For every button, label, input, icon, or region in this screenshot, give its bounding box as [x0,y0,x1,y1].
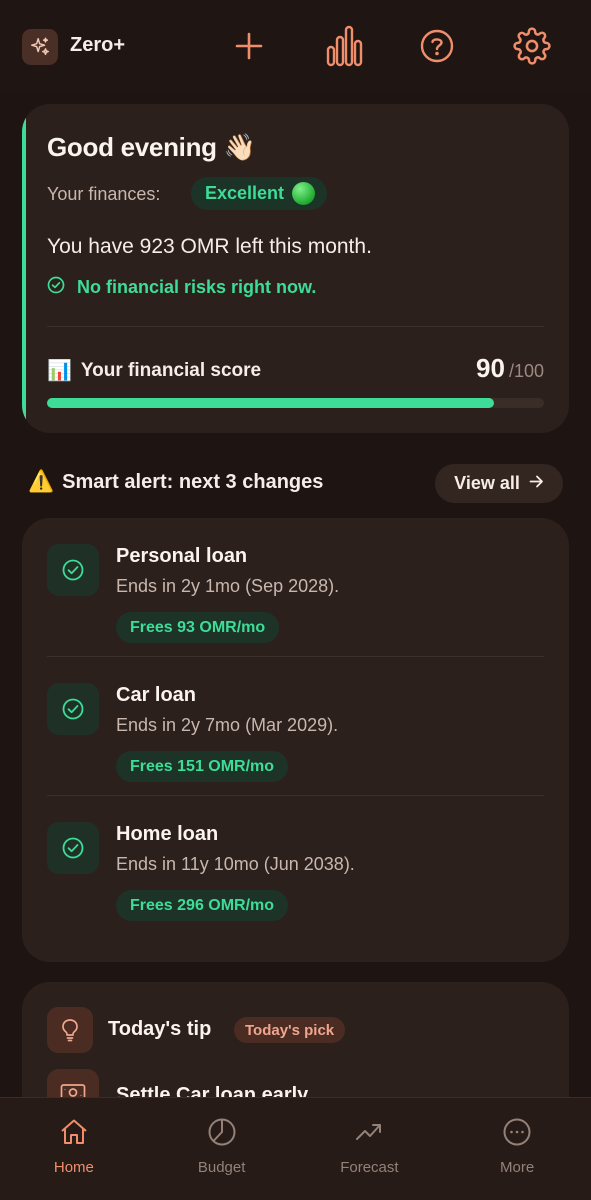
smart-alert-header: ⚠️ Smart alert: next 3 changes [28,470,323,494]
greeting-title: Good evening 👋🏻 [47,132,256,162]
home-screen: Zero+ Good evening 👋🏻 Your finances: Exc… [0,0,591,1200]
bar-chart-icon[interactable] [322,24,366,68]
loan-frees-badge: Frees 296 OMR/mo [116,890,289,921]
lightbulb-icon [47,1007,93,1053]
financial-score-progress-fill [47,398,495,408]
nav-label: More [500,1159,535,1176]
top-bar: Zero+ [0,0,591,92]
nav-item-more[interactable]: More [443,1098,591,1200]
score-number: 90 [476,353,505,383]
view-all-button[interactable]: View all [435,464,563,503]
home-icon [57,1115,91,1149]
nav-label: Budget [197,1159,246,1176]
trend-up-icon [352,1115,386,1149]
financial-score-progress-bar [47,398,544,408]
finances-summary-card: Good evening 👋🏻 Your finances: Excellent… [22,104,569,433]
risk-status-text: No financial risks right now. [77,277,317,297]
financial-score-label: Your financial score [80,359,262,381]
finances-status-label: Your finances: [47,184,161,204]
sparkles-icon[interactable] [22,29,58,65]
loan-frees-badge: Frees 151 OMR/mo [116,751,289,782]
bottom-navigation: Home Budget Forecast More [0,1097,591,1200]
more-icon [500,1115,534,1149]
loan-end-date: Ends in 2y 1mo (Sep 2028). [116,576,340,596]
check-circle-icon [47,276,65,299]
nav-label: Forecast [340,1159,399,1176]
financial-score-value: 90 /100 [476,353,544,384]
loan-end-date: Ends in 11y 10mo (Jun 2038). [116,854,355,874]
nav-label: Home [53,1159,94,1176]
nav-item-budget[interactable]: Budget [148,1098,296,1200]
finances-status-value: Excellent [205,183,285,203]
loan-name: Car loan [116,684,197,706]
help-icon[interactable] [415,24,459,68]
loan-name: Personal loan [116,545,248,567]
pie-chart-icon [205,1115,239,1149]
divider [47,326,544,327]
smart-alert-title: Smart alert: next 3 changes [62,470,324,493]
check-circle-icon [47,544,99,596]
remaining-budget-message: You have 923 OMR left this month. [47,235,372,258]
nav-item-forecast[interactable]: Forecast [296,1098,444,1200]
settings-icon[interactable] [510,24,554,68]
finances-status-badge: Excellent [191,177,328,210]
score-max: /100 [508,361,544,381]
bar-chart-emoji-icon: 📊 [47,360,72,382]
check-circle-icon [47,822,99,874]
financial-score-label-row: 📊 Your financial score [47,358,261,383]
risk-status-row: No financial risks right now. [47,276,316,299]
loan-row-personal[interactable]: Personal loan Ends in 2y 1mo (Sep 2028).… [22,518,569,657]
loan-end-date: Ends in 2y 7mo (Mar 2029). [116,715,339,735]
arrow-right-icon [529,475,544,493]
green-dot-icon [292,182,316,205]
todays-pick-badge: Today's pick [234,1017,346,1043]
add-icon[interactable] [227,24,271,68]
nav-item-home[interactable]: Home [0,1098,148,1200]
loan-name: Home loan [116,823,219,845]
check-circle-icon [47,683,99,735]
loan-frees-badge: Frees 93 OMR/mo [116,612,280,643]
app-title: Zero+ [70,34,126,56]
todays-tip-title: Today's tip [108,1018,212,1040]
warning-icon: ⚠️ [28,470,55,493]
view-all-label: View all [454,473,520,493]
loan-row-car[interactable]: Car loan Ends in 2y 7mo (Mar 2029). Free… [22,657,569,796]
loan-row-home[interactable]: Home loan Ends in 11y 10mo (Jun 2038). F… [22,796,569,935]
card-accent-bar [22,104,26,433]
upcoming-changes-card: Personal loan Ends in 2y 1mo (Sep 2028).… [22,518,569,962]
